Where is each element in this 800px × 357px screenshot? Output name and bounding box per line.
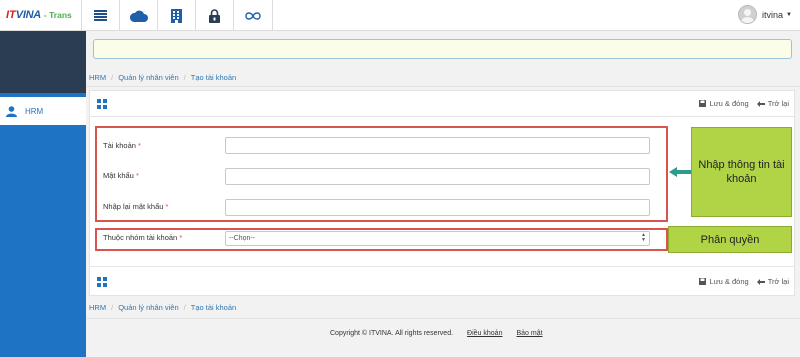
save-close-button[interactable]: Lưu & đóng <box>699 277 749 286</box>
toolbar-actions: Lưu & đóng Trở lại <box>699 99 789 108</box>
footer: Copyright © ITVINA. All rights reserved.… <box>330 330 543 337</box>
sidebar-top-strip <box>0 31 86 93</box>
group-select-value: --Chọn-- <box>229 235 256 242</box>
sidebar-item-label: HRM <box>25 106 44 116</box>
sidebar: HRM <box>0 31 86 357</box>
brand-logo[interactable]: IT VINA - Trans <box>6 9 72 21</box>
back-label: Trở lại <box>767 99 789 108</box>
breadcrumb-hrm[interactable]: HRM <box>89 73 106 83</box>
breadcrumb-separator: / <box>111 73 114 82</box>
grid-icon[interactable] <box>97 99 107 109</box>
user-name: itvina <box>762 9 784 20</box>
nav-lock-button[interactable] <box>195 0 233 31</box>
toolbar-actions: Lưu & đóng Trở lại <box>699 277 789 286</box>
breadcrumb-separator: / <box>183 73 186 82</box>
breadcrumb-employee-management[interactable]: Quản lý nhân viên <box>118 303 178 313</box>
infinity-icon <box>245 11 261 20</box>
select-arrows-icon: ▲ ▼ <box>641 232 646 243</box>
bottom-toolbar: Lưu & đóng Trở lại <box>90 269 794 294</box>
panel-divider <box>90 116 794 117</box>
permission-callout: Phân quyền <box>668 226 792 253</box>
arrow-left-callout-icon <box>669 167 693 177</box>
privacy-link[interactable]: Bảo mật <box>516 330 542 337</box>
password-input[interactable] <box>225 168 650 185</box>
nav-infinity-button[interactable] <box>233 0 273 31</box>
form-panel: Lưu & đóng Trở lại Tài khoản * Mật khẩu … <box>89 90 795 296</box>
arrow-left-icon <box>756 278 765 285</box>
logo-it: IT <box>6 9 16 21</box>
top-toolbar: Lưu & đóng Trở lại <box>90 91 794 116</box>
account-input[interactable] <box>225 137 650 154</box>
divider <box>86 318 800 319</box>
group-select[interactable]: --Chọn-- ▲ ▼ <box>225 231 650 246</box>
user-icon <box>6 105 17 117</box>
confirm-password-label: Nhập lại mật khẩu * <box>103 202 169 211</box>
cloud-icon <box>129 10 148 22</box>
save-close-label: Lưu & đóng <box>709 99 749 108</box>
breadcrumb: HRM / Quản lý nhân viên / Tạo tài khoản <box>89 73 236 83</box>
breadcrumb-separator: / <box>183 303 186 312</box>
password-label: Mật khẩu * <box>103 171 139 180</box>
account-info-callout: Nhập thông tin tài khoản <box>691 127 792 217</box>
notification-bar <box>93 39 792 59</box>
save-close-button[interactable]: Lưu & đóng <box>699 99 749 108</box>
breadcrumb-separator: / <box>111 303 114 312</box>
nav-list-button[interactable] <box>81 0 119 31</box>
breadcrumb-bottom: HRM / Quản lý nhân viên / Tạo tài khoản <box>89 303 236 313</box>
account-label: Tài khoản * <box>103 141 141 150</box>
panel-divider <box>90 266 794 267</box>
confirm-password-input[interactable] <box>225 199 650 216</box>
user-menu[interactable]: itvina ▼ <box>738 5 792 24</box>
nav-cloud-button[interactable] <box>119 0 157 31</box>
back-label: Trở lại <box>767 277 789 286</box>
divider <box>86 86 800 87</box>
nav-icon-bar <box>81 0 273 31</box>
logo-vina: VINA <box>15 9 41 21</box>
building-icon <box>171 8 182 23</box>
group-label: Thuộc nhóm tài khoản * <box>103 233 183 242</box>
logo-trans: - Trans <box>43 10 72 20</box>
avatar <box>738 5 758 24</box>
arrow-left-icon <box>756 100 765 107</box>
back-button[interactable]: Trở lại <box>756 99 789 108</box>
top-navbar: IT VINA - Trans itvina ▼ <box>0 0 800 31</box>
nav-building-button[interactable] <box>157 0 195 31</box>
terms-link[interactable]: Điều khoản <box>467 330 502 337</box>
lock-icon <box>209 8 220 23</box>
back-button[interactable]: Trở lại <box>756 277 789 286</box>
list-icon <box>94 10 107 21</box>
save-icon <box>699 100 707 107</box>
copyright-text: Copyright © ITVINA. All rights reserved. <box>330 330 454 337</box>
sidebar-item-hrm[interactable]: HRM <box>0 97 86 125</box>
save-icon <box>699 278 707 285</box>
breadcrumb-employee-management[interactable]: Quản lý nhân viên <box>118 73 178 83</box>
grid-icon[interactable] <box>97 277 107 287</box>
breadcrumb-create-account[interactable]: Tạo tài khoản <box>191 303 236 313</box>
breadcrumb-create-account[interactable]: Tạo tài khoản <box>191 73 236 83</box>
save-close-label: Lưu & đóng <box>709 277 749 286</box>
caret-down-icon: ▼ <box>786 11 792 18</box>
breadcrumb-hrm[interactable]: HRM <box>89 303 106 313</box>
